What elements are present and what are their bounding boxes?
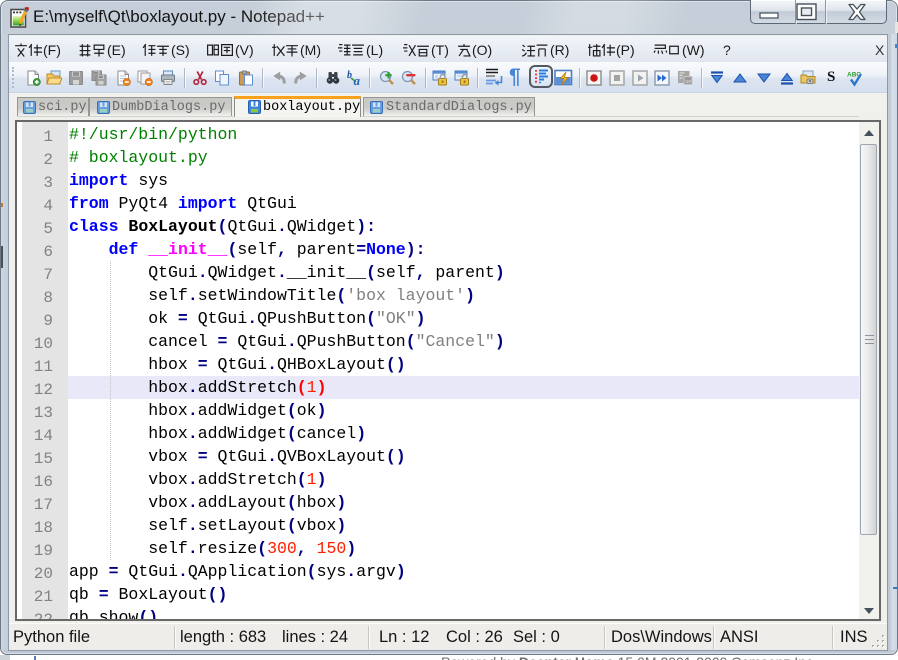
svg-text:b: b: [347, 70, 352, 81]
svg-text:a: a: [354, 73, 361, 86]
svg-text:ue: ue: [686, 79, 692, 85]
